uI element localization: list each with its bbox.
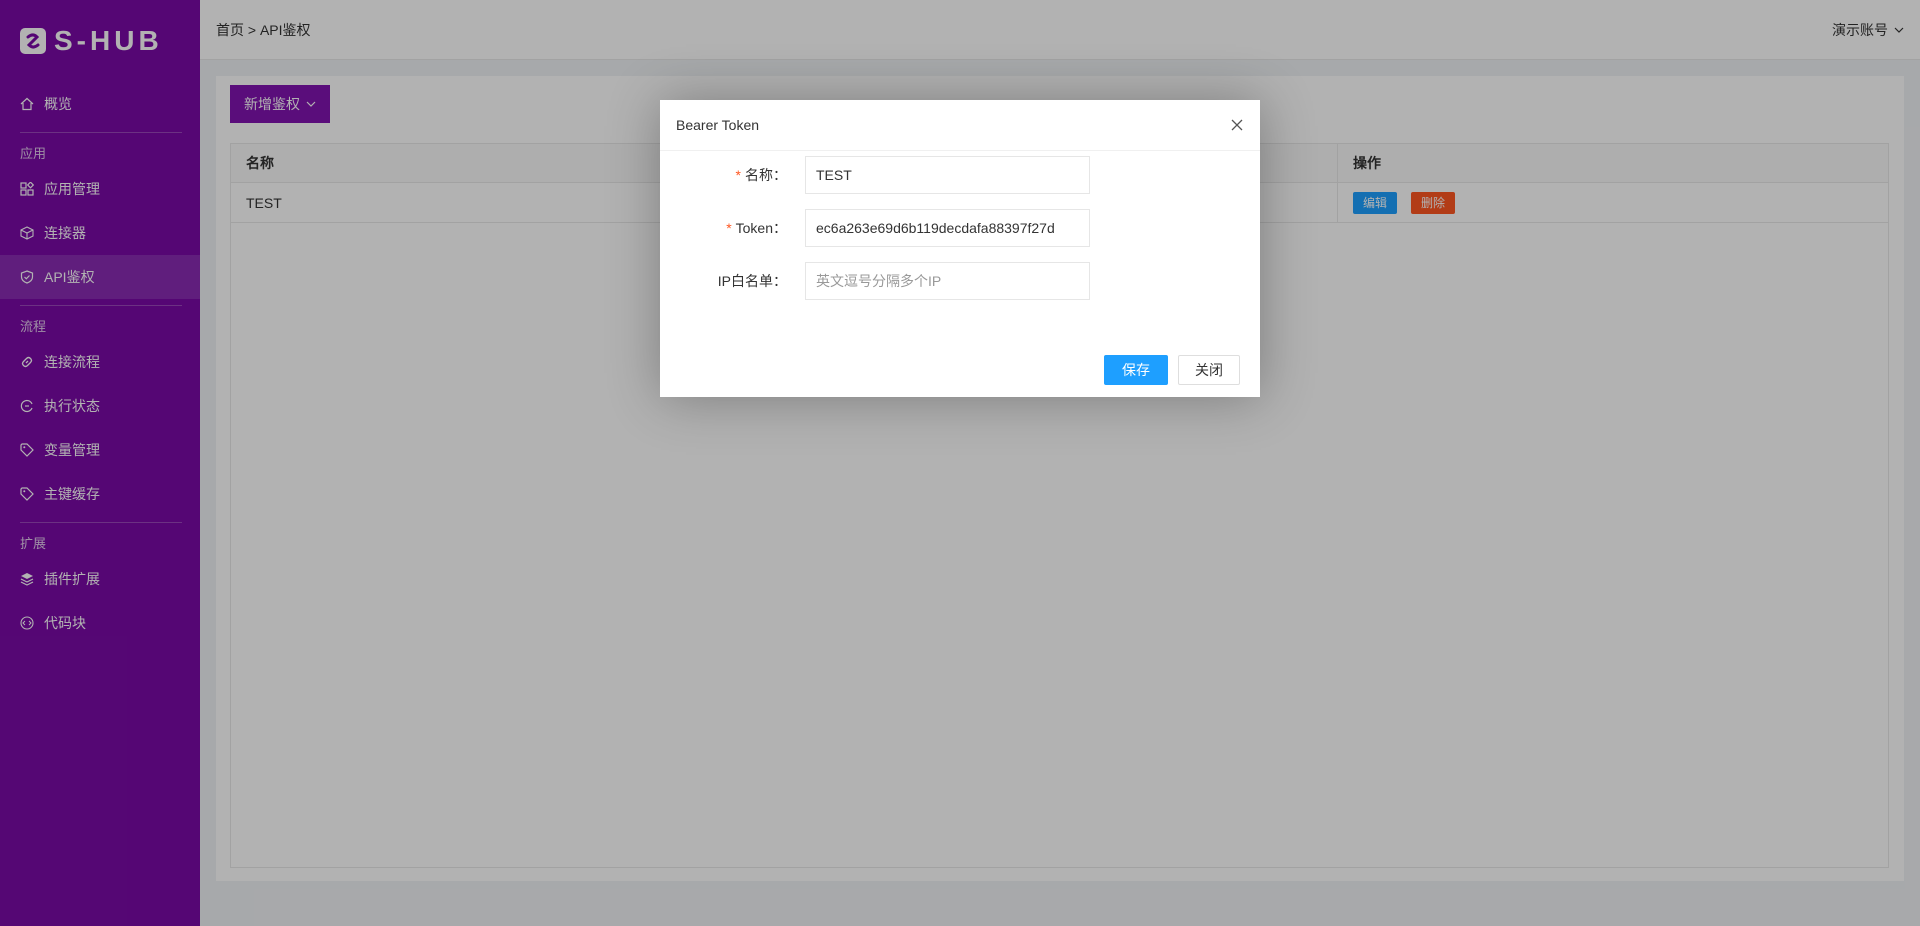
name-label: * 名称： <box>735 167 787 183</box>
ip-whitelist-field[interactable] <box>805 262 1090 300</box>
token-label: * Token： <box>726 220 787 236</box>
close-icon[interactable] <box>1230 118 1244 132</box>
close-button[interactable]: 关闭 <box>1178 355 1240 385</box>
save-button[interactable]: 保存 <box>1104 355 1168 385</box>
bearer-token-dialog: Bearer Token *名称： *Token： IP白名单： 保存 关闭 <box>660 100 1260 397</box>
dialog-title: Bearer Token <box>676 117 760 133</box>
dialog-title-bar: Bearer Token <box>660 100 1260 151</box>
form-row-name: * 名称： <box>660 156 1090 194</box>
form-row-ip: IP白名单： <box>660 262 1090 300</box>
ip-whitelist-label: IP白名单： <box>717 273 787 289</box>
token-field[interactable] <box>805 209 1090 247</box>
name-field[interactable] <box>805 156 1090 194</box>
form-row-token: * Token： <box>660 209 1090 247</box>
dialog-footer: 保存 关闭 <box>1104 355 1240 385</box>
